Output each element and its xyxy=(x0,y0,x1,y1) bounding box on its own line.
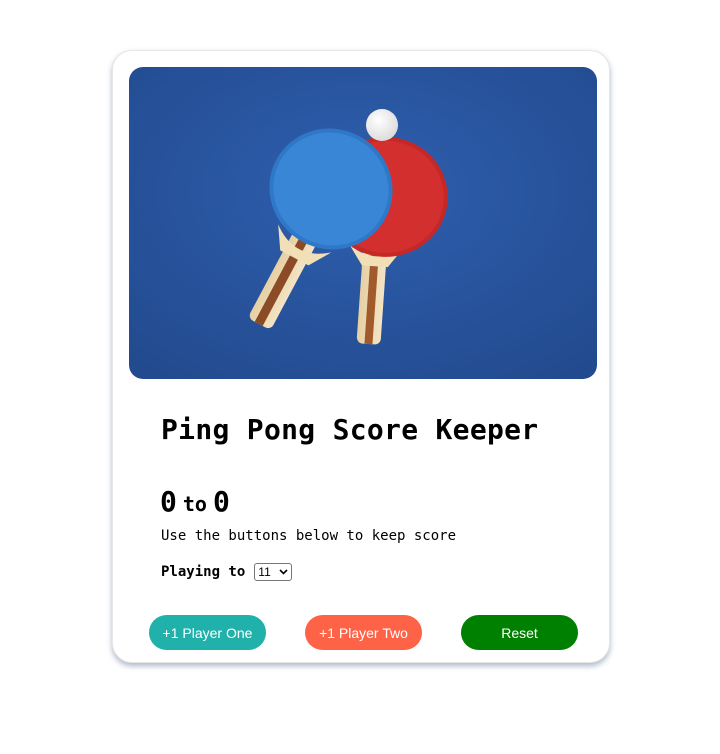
player-one-button[interactable]: +1 Player One xyxy=(149,615,266,650)
playing-to-selected-value: 11 xyxy=(258,565,271,579)
player-two-button[interactable]: +1 Player Two xyxy=(305,615,422,650)
chevron-down-icon xyxy=(279,569,288,575)
playing-to-select[interactable]: 11 xyxy=(254,563,293,581)
playing-to-label: Playing to xyxy=(161,564,246,580)
score-separator: to xyxy=(182,492,207,516)
instructions-text: Use the buttons below to keep score xyxy=(161,528,457,544)
playing-to-row: Playing to 11 xyxy=(161,563,293,581)
player-one-score: 0 xyxy=(160,485,177,518)
player-two-score: 0 xyxy=(212,485,230,518)
score-display: 0 to 0 xyxy=(160,485,230,518)
reset-button[interactable]: Reset xyxy=(461,615,578,650)
page-title: Ping Pong Score Keeper xyxy=(161,413,539,446)
score-keeper-card: Ping Pong Score Keeper 0 to 0 Use the butt… xyxy=(112,50,610,663)
ping-pong-paddles-image xyxy=(129,67,597,379)
